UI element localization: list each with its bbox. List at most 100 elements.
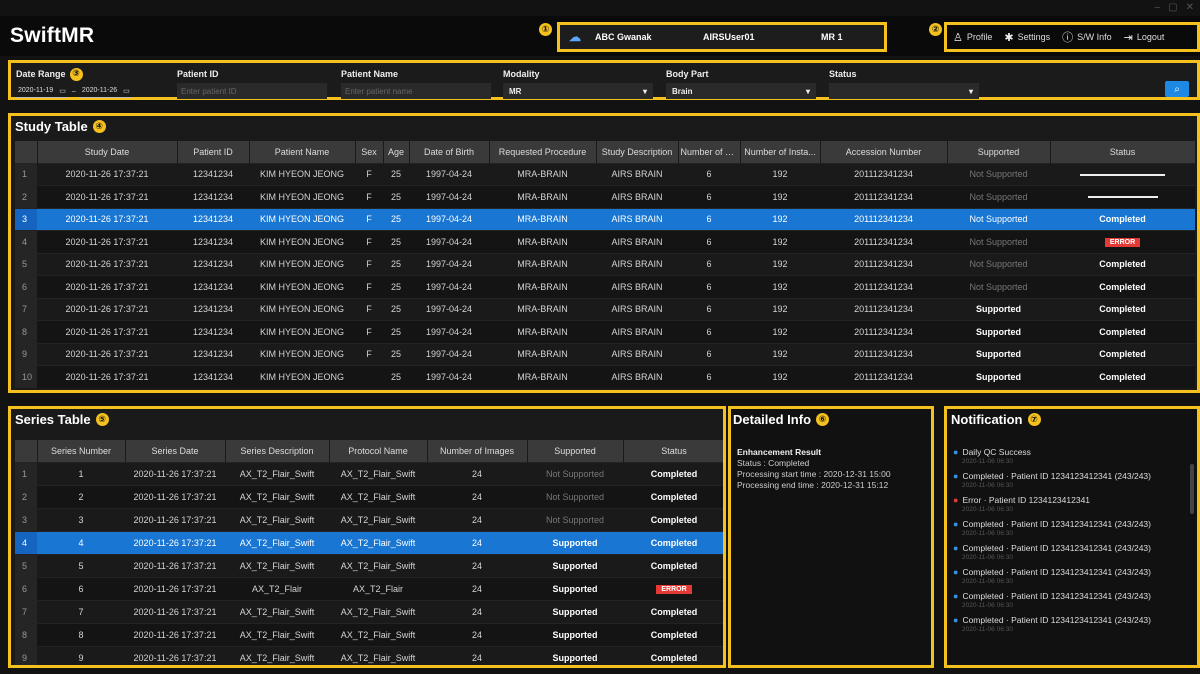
- notification-item[interactable]: ● Daily QC Success 2020-11-06 06:30: [953, 447, 1189, 465]
- table-row[interactable]: 6 2020-11-26 17:37:21 12341234 KIM HYEON JE…: [15, 275, 1195, 298]
- status-select[interactable]: ▾: [829, 83, 979, 99]
- series-column-header[interactable]: Protocol Name: [329, 440, 428, 462]
- series-column-header[interactable]: Series Description: [225, 440, 330, 462]
- modality-select[interactable]: MR ▾: [503, 83, 653, 99]
- series-cell-date: 2020-11-26 17:37:21: [125, 622, 225, 646]
- table-row[interactable]: 9 9 2020-11-26 17:37:21 AX_T2_Flair_Swift AX…: [15, 645, 723, 665]
- table-row[interactable]: 5 2020-11-26 17:37:21 12341234 KIM HYEON JE…: [15, 252, 1195, 276]
- study-cell-date: 2020-11-26 17:37:21: [37, 320, 177, 343]
- notification-item[interactable]: ● Error · Patient ID 1234123412341 2020-11…: [953, 495, 1189, 513]
- notification-item[interactable]: ● Completed · Patient ID 1234123412341 (2…: [953, 471, 1189, 489]
- study-column-header[interactable]: Requested Procedure: [489, 141, 597, 163]
- study-column-header[interactable]: Patient ID: [177, 141, 250, 163]
- notification-item[interactable]: ● Completed · Patient ID 1234123412341 (2…: [953, 567, 1189, 585]
- series-cell-date: 2020-11-26 17:37:21: [125, 576, 225, 600]
- study-cell-sex: F: [355, 252, 383, 276]
- series-column-header[interactable]: Number of Images: [427, 440, 528, 462]
- table-row[interactable]: 1 2020-11-26 17:37:21 12341234 KIM HYEON JE…: [15, 162, 1195, 186]
- study-cell-sex: [355, 365, 383, 388]
- patient-id-input[interactable]: Enter patient ID: [177, 83, 327, 99]
- study-column-header[interactable]: Patient Name: [249, 141, 356, 163]
- status-dot-icon: ●: [953, 543, 959, 553]
- series-column-header[interactable]: Series Date: [125, 440, 226, 462]
- study-column-header[interactable]: Number of S...: [678, 141, 741, 163]
- study-column-header[interactable]: Age: [383, 141, 410, 163]
- study-cell-proc: MRA-BRAIN: [489, 185, 596, 208]
- table-row[interactable]: 8 8 2020-11-26 17:37:21 AX_T2_Flair_Swift AX…: [15, 622, 723, 646]
- series-column-header[interactable]: Status: [623, 440, 723, 462]
- notification-item[interactable]: ● Completed · Patient ID 1234123412341 (2…: [953, 615, 1189, 633]
- table-row[interactable]: 9 2020-11-26 17:37:21 12341234 KIM HYEON JE…: [15, 342, 1195, 366]
- error-badge: ERROR: [1104, 238, 1141, 248]
- notification-scrollbar[interactable]: [1190, 464, 1194, 514]
- table-row[interactable]: 7 7 2020-11-26 17:37:21 AX_T2_Flair_Swift AX…: [15, 599, 723, 623]
- notification-text: Completed · Patient ID 1234123412341 (24…: [962, 567, 1151, 577]
- notification-text: Completed · Patient ID 1234123412341 (24…: [962, 591, 1151, 601]
- study-cell-pid: 12341234: [177, 207, 249, 231]
- study-cell-name: KIM HYEON JEONG: [249, 252, 355, 276]
- table-row[interactable]: 5 5 2020-11-26 17:37:21 AX_T2_Flair_Swift AX…: [15, 553, 723, 577]
- study-cell-acc: 201112341234: [820, 185, 947, 208]
- search-button[interactable]: ⌕: [1165, 81, 1189, 97]
- study-cell-ns: 6: [678, 297, 740, 321]
- series-cell-proto: AX_T2_Flair_Swift: [329, 622, 427, 646]
- study-cell-ns: 6: [678, 252, 740, 276]
- table-row[interactable]: 2 2020-11-26 17:37:21 12341234 KIM HYEON JE…: [15, 185, 1195, 208]
- minimize-icon[interactable]: –: [1155, 2, 1161, 13]
- body-part-select[interactable]: Brain ▾: [666, 83, 816, 99]
- study-cell-no: 2: [15, 185, 37, 208]
- notification-item[interactable]: ● Completed · Patient ID 1234123412341 (2…: [953, 543, 1189, 561]
- table-row[interactable]: 3 3 2020-11-26 17:37:21 AX_T2_Flair_Swift AX…: [15, 507, 723, 531]
- study-column-header[interactable]: [15, 141, 38, 163]
- table-row[interactable]: 3 2020-11-26 17:37:21 12341234 KIM HYEON JE…: [15, 207, 1195, 231]
- table-row[interactable]: 6 6 2020-11-26 17:37:21 AX_T2_Flair AX_T2_Fl…: [15, 576, 723, 600]
- date-from-field[interactable]: 2020-11-19 ▭: [16, 84, 68, 98]
- patient-name-input[interactable]: Enter patient name: [341, 83, 491, 99]
- supported-cell: Supported: [947, 297, 1050, 321]
- supported-cell: Not Supported: [947, 162, 1050, 186]
- enhancement-heading: Enhancement Result: [737, 447, 822, 457]
- table-row[interactable]: 4 4 2020-11-26 17:37:21 AX_T2_Flair_Swift AX…: [15, 530, 723, 554]
- study-column-header[interactable]: Study Date: [37, 141, 178, 163]
- series-column-header[interactable]: Series Number: [37, 440, 126, 462]
- study-cell-age: 25: [383, 275, 409, 298]
- notification-item[interactable]: ● Completed · Patient ID 1234123412341 (2…: [953, 591, 1189, 609]
- study-column-header[interactable]: Status: [1050, 141, 1196, 163]
- date-to-field[interactable]: 2020-11-26 ▭: [79, 84, 132, 98]
- notification-item[interactable]: ● Completed · Patient ID 1234123412341 (2…: [953, 519, 1189, 537]
- series-column-header[interactable]: [15, 440, 38, 462]
- table-row[interactable]: 1 1 2020-11-26 17:37:21 AX_T2_Flair_Swift AX…: [15, 461, 723, 485]
- study-column-header[interactable]: Number of Insta...: [740, 141, 821, 163]
- status-label: Status: [829, 69, 857, 79]
- calendar-icon[interactable]: ▭: [123, 87, 130, 95]
- site-name: ABC Gwanak: [595, 32, 652, 42]
- notification-message: ● Completed · Patient ID 1234123412341 (2…: [953, 471, 1189, 481]
- study-cell-proc: MRA-BRAIN: [489, 275, 596, 298]
- close-icon[interactable]: ✕: [1186, 2, 1194, 13]
- study-column-header[interactable]: Study Description: [596, 141, 679, 163]
- chevron-down-icon: ▾: [805, 86, 810, 96]
- study-column-header[interactable]: Sex: [355, 141, 384, 163]
- table-row[interactable]: 4 2020-11-26 17:37:21 12341234 KIM HYEON JE…: [15, 230, 1195, 253]
- patient-id-label: Patient ID: [177, 69, 219, 79]
- maximize-icon[interactable]: ▢: [1168, 2, 1177, 13]
- study-cell-pid: 12341234: [177, 342, 249, 366]
- calendar-icon[interactable]: ▭: [59, 87, 66, 95]
- table-row[interactable]: 10 2020-11-26 17:37:21 12341234 KIM HYEON J…: [15, 365, 1195, 388]
- settings-button[interactable]: ✱ Settings: [1004, 31, 1050, 44]
- series-cell-no: 6: [15, 576, 37, 600]
- table-row[interactable]: 8 2020-11-26 17:37:21 12341234 KIM HYEON JE…: [15, 320, 1195, 343]
- series-column-header[interactable]: Supported: [527, 440, 624, 462]
- study-column-header[interactable]: Supported: [947, 141, 1051, 163]
- study-cell-age: 25: [383, 342, 409, 366]
- study-cell-ni: 192: [740, 252, 820, 276]
- profile-button[interactable]: ♙ Profile: [953, 31, 992, 44]
- study-cell-ns: 6: [678, 365, 740, 388]
- table-row[interactable]: 7 2020-11-26 17:37:21 12341234 KIM HYEON JE…: [15, 297, 1195, 321]
- table-row[interactable]: 2 2 2020-11-26 17:37:21 AX_T2_Flair_Swift AX…: [15, 484, 723, 508]
- logout-button[interactable]: ⇥ Logout: [1124, 31, 1165, 44]
- supported-cell: Not Supported: [527, 461, 623, 485]
- swinfo-button[interactable]: ⓘ S/W Info: [1062, 29, 1112, 45]
- study-column-header[interactable]: Accession Number: [820, 141, 948, 163]
- study-column-header[interactable]: Date of Birth: [409, 141, 490, 163]
